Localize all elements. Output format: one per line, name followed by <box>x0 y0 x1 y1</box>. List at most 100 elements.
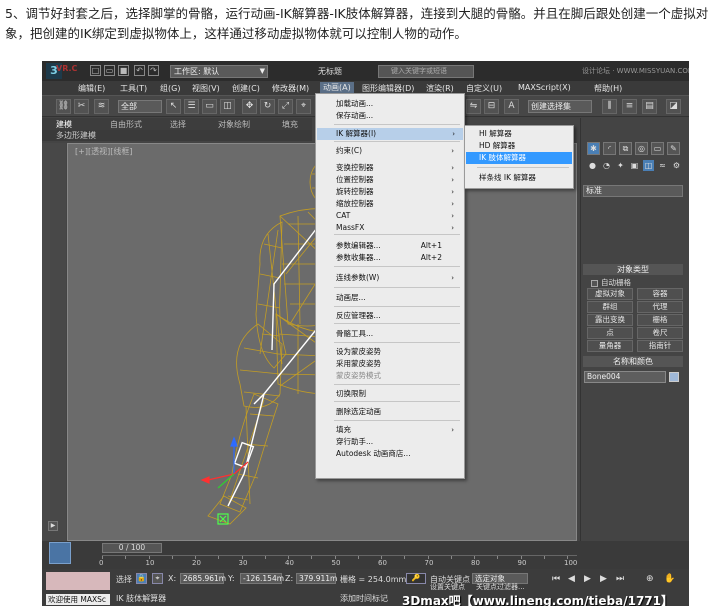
menu-edit[interactable]: 编辑(E) <box>78 83 105 94</box>
redo-icon[interactable]: ↷ <box>148 65 159 76</box>
layer-icon[interactable]: ≡ <box>622 99 637 114</box>
ribbon-tab-modeling[interactable]: 建模 <box>56 119 72 130</box>
utilities-tab-icon[interactable]: ✎ <box>667 142 680 155</box>
object-type-button[interactable]: 代理 <box>637 301 683 313</box>
object-type-button[interactable]: 群组 <box>587 301 633 313</box>
time-slider[interactable]: 0 / 100 <box>102 543 162 553</box>
animation-menu-item[interactable]: 位置控制器 › <box>336 174 460 186</box>
mirror-tool-icon[interactable]: ⫼ <box>602 99 617 114</box>
object-type-rollout[interactable]: 对象类型 <box>583 264 683 275</box>
expand-arrow-icon[interactable]: ▶ <box>48 521 58 531</box>
motion-tab-icon[interactable]: ◎ <box>635 142 648 155</box>
open-file-icon[interactable]: ▭ <box>104 65 115 76</box>
object-type-button[interactable]: 点 <box>587 327 633 339</box>
select-object-icon[interactable]: ↖ <box>166 99 181 114</box>
rotate-icon[interactable]: ↻ <box>260 99 275 114</box>
hierarchy-tab-icon[interactable]: ⧉ <box>619 142 632 155</box>
animation-menu-item[interactable]: Autodesk 动画商店... <box>336 448 460 460</box>
lights-icon[interactable]: ✦ <box>615 160 626 171</box>
animation-menu-item[interactable]: 缩放控制器 › <box>336 198 460 210</box>
menu-tools[interactable]: 工具(T) <box>120 83 147 94</box>
graphite-icon[interactable]: ◪ <box>666 99 681 114</box>
ref-coord-icon[interactable]: ⌖ <box>296 99 311 114</box>
align-icon[interactable]: ⊟ <box>484 99 499 114</box>
animation-menu-item[interactable]: 加载动画... <box>336 98 460 110</box>
display-tab-icon[interactable]: ▭ <box>651 142 664 155</box>
animation-menu-item[interactable]: 保存动画... <box>336 110 460 122</box>
animation-menu-item[interactable]: CAT › <box>336 210 460 222</box>
animation-menu-item[interactable]: MassFX › <box>336 222 460 234</box>
modify-tab-icon[interactable]: ◜ <box>603 142 616 155</box>
ribbon-tab-populate[interactable]: 填充 <box>282 119 298 130</box>
ik-solver-item[interactable]: HD 解算器 <box>479 140 571 152</box>
object-type-button[interactable]: 量角器 <box>587 340 633 352</box>
workspace-dropdown[interactable]: 工作区: 默认 ▼ <box>170 65 268 78</box>
geometry-icon[interactable]: ● <box>587 160 598 171</box>
lock-selection-icon[interactable]: 🔒 <box>136 573 147 584</box>
menu-help[interactable]: 帮助(H) <box>594 83 622 94</box>
create-tab-icon[interactable]: ✱ <box>587 142 600 155</box>
animation-menu-item[interactable]: 设为蒙皮姿势 <box>336 346 460 358</box>
object-type-button[interactable]: 露出变换 <box>587 314 633 326</box>
absolute-mode-icon[interactable]: ⌖ <box>152 573 163 584</box>
window-crossing-icon[interactable]: ◫ <box>220 99 235 114</box>
spell-icon[interactable]: A <box>504 99 519 114</box>
object-color-swatch[interactable] <box>669 372 679 382</box>
ribbon-tab-selection[interactable]: 选择 <box>170 119 186 130</box>
ik-solver-item[interactable]: IK 肢体解算器 <box>466 152 572 164</box>
new-file-icon[interactable]: □ <box>90 65 101 76</box>
go-to-start-icon[interactable]: ⏮ <box>552 574 560 584</box>
menu-views[interactable]: 视图(V) <box>192 83 220 94</box>
object-type-button[interactable]: 容器 <box>637 288 683 300</box>
x-coordinate-field[interactable]: 2685.961m <box>180 573 226 584</box>
undo-icon[interactable]: ↶ <box>134 65 145 76</box>
save-file-icon[interactable]: ■ <box>118 65 129 76</box>
cameras-icon[interactable]: ▣ <box>629 160 640 171</box>
ik-solver-item[interactable]: HI 解算器 <box>479 128 571 140</box>
selection-filter-dropdown[interactable]: 全部 <box>118 100 162 113</box>
play-icon[interactable]: ▶ <box>584 574 591 584</box>
animation-menu-item[interactable]: 旋转控制器 › <box>336 186 460 198</box>
animation-menu-item[interactable]: 填充 › <box>336 424 460 436</box>
animation-menu-item[interactable]: 骨骼工具... <box>336 328 460 340</box>
name-color-rollout[interactable]: 名称和颜色 <box>583 356 683 367</box>
ik-solver-item[interactable]: 样条线 IK 解算器 <box>479 172 571 184</box>
animation-menu-item[interactable]: 参数编辑器... Alt+1 <box>336 240 460 252</box>
toggle-scene-explorer-icon[interactable]: ▤ <box>642 99 657 114</box>
bind-space-warp-icon[interactable]: ≋ <box>94 99 109 114</box>
animation-menu-item[interactable]: 删除选定动画 <box>336 406 460 418</box>
animation-menu-item[interactable]: 采用蒙皮姿势 <box>336 358 460 370</box>
previous-frame-icon[interactable]: ◀ <box>568 574 575 584</box>
menu-customize[interactable]: 自定义(U) <box>466 83 502 94</box>
key-filter-label[interactable]: 关键点过滤器... <box>476 582 525 592</box>
systems-icon[interactable]: ⚙ <box>671 160 682 171</box>
set-key-label[interactable]: 设置关键点 <box>430 582 465 592</box>
timeline-ruler[interactable]: 0 10 20 30 40 50 60 70 80 90 100 <box>99 555 577 567</box>
maxscript-listener[interactable] <box>46 572 110 590</box>
helpers-icon[interactable]: ◫ <box>643 160 654 171</box>
named-selection-dropdown[interactable]: 创建选择集 <box>528 100 592 113</box>
animation-menu-item[interactable]: 反应管理器... <box>336 310 460 322</box>
ribbon-tab-freeform[interactable]: 自由形式 <box>110 119 142 130</box>
menu-create[interactable]: 创建(C) <box>232 83 260 94</box>
animation-menu-item[interactable]: 参数收集器... Alt+2 <box>336 252 460 264</box>
object-type-button[interactable]: 虚拟对象 <box>587 288 633 300</box>
animation-menu-item[interactable]: 动画层... <box>336 292 460 304</box>
add-time-tag[interactable]: 添加时间标记 <box>340 593 388 604</box>
link-icon[interactable]: ⛓ <box>56 99 71 114</box>
space-warps-icon[interactable]: ≈ <box>657 160 668 171</box>
animation-menu-item[interactable]: 连线参数(W) › <box>336 272 460 284</box>
menu-group[interactable]: 组(G) <box>160 83 180 94</box>
go-to-end-icon[interactable]: ⏭ <box>616 574 624 584</box>
next-frame-icon[interactable]: ▶ <box>600 574 607 584</box>
maxscript-welcome[interactable]: 欢迎使用 MAXSc <box>46 594 110 605</box>
key-mode-indicator[interactable] <box>49 542 71 564</box>
y-coordinate-field[interactable]: -126.154m <box>240 573 284 584</box>
object-type-button[interactable]: 栅格 <box>637 314 683 326</box>
object-name-field[interactable]: Bone004 <box>584 371 666 383</box>
animation-menu-item[interactable]: 穿行助手... <box>336 436 460 448</box>
animation-menu-item[interactable]: 变换控制器 › <box>336 162 460 174</box>
key-icon[interactable]: 🔑 <box>406 573 426 584</box>
animation-menu-item[interactable]: 切换限制 <box>336 388 460 400</box>
ribbon-tab-object-paint[interactable]: 对象绘制 <box>218 119 250 130</box>
